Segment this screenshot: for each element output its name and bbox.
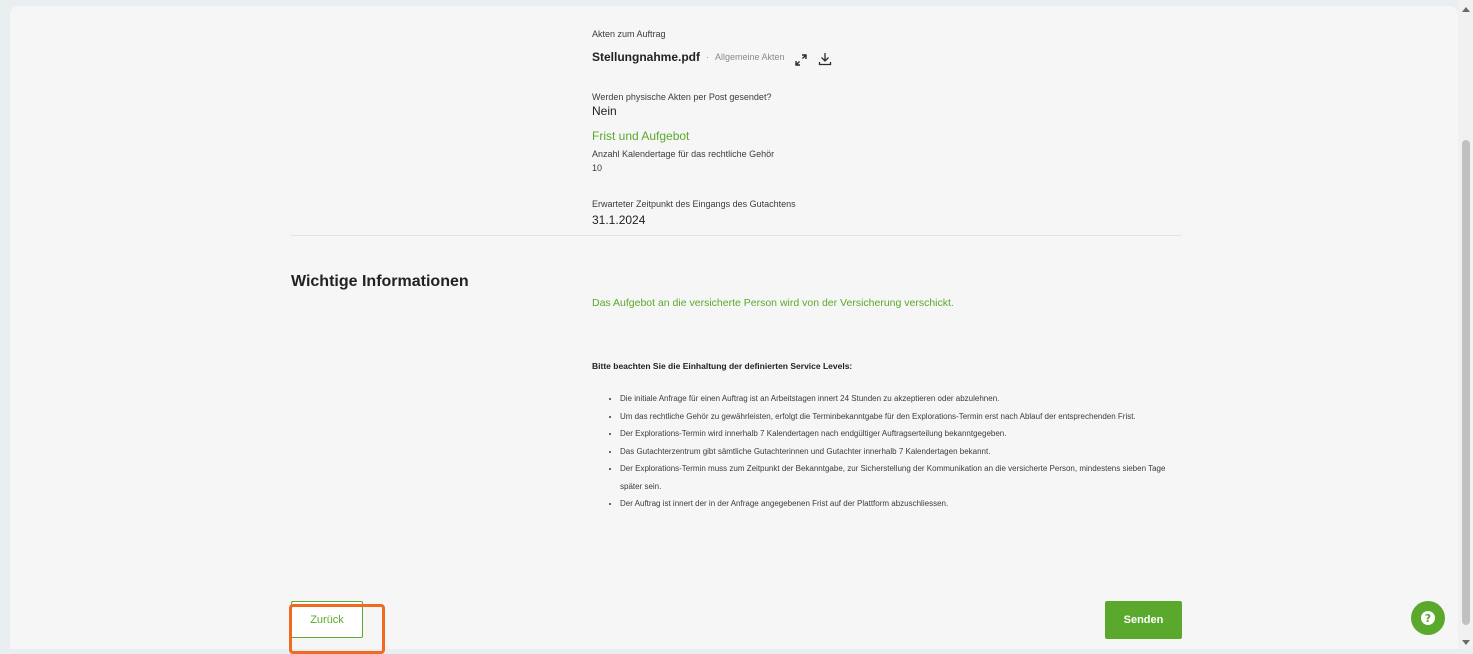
list-item: Die initiale Anfrage für einen Auftrag i… bbox=[620, 390, 1185, 408]
service-levels-heading: Bitte beachten Sie die Einhaltung der de… bbox=[592, 361, 853, 371]
send-button[interactable]: Senden bbox=[1105, 601, 1182, 639]
list-item: Um das rechtliche Gehör zu gewährleisten… bbox=[620, 408, 1185, 426]
list-item: Der Explorations-Termin muss zum Zeitpun… bbox=[620, 460, 1185, 495]
files-section-label: Akten zum Auftrag bbox=[592, 29, 666, 39]
hearing-days-label: Anzahl Kalendertage für das rechtliche G… bbox=[592, 149, 775, 159]
deadline-title: Frist und Aufgebot bbox=[592, 129, 690, 143]
list-item: Das Gutachterzentrum gibt sämtliche Guta… bbox=[620, 443, 1185, 461]
file-row: Stellungnahme.pdf · Allgemeine Akten bbox=[592, 50, 785, 64]
help-button[interactable]: ? bbox=[1411, 601, 1445, 635]
file-separator: · bbox=[706, 52, 709, 62]
expected-date-value: 31.1.2024 bbox=[592, 213, 646, 227]
hearing-days-value: 10 bbox=[592, 163, 603, 173]
content-page bbox=[10, 6, 1458, 649]
scroll-up-icon[interactable] bbox=[1462, 7, 1470, 12]
list-item: Der Explorations-Termin wird innerhalb 7… bbox=[620, 425, 1185, 443]
expected-date-label: Erwarteter Zeitpunkt des Eingangs des Gu… bbox=[592, 199, 796, 209]
download-icon[interactable] bbox=[818, 52, 832, 71]
list-item: Der Auftrag ist innert der in der Anfrag… bbox=[620, 495, 1185, 513]
service-levels-list: Die initiale Anfrage für einen Auftrag i… bbox=[598, 390, 1185, 513]
highlight-annotation bbox=[289, 604, 385, 654]
scrollbar[interactable] bbox=[1458, 0, 1473, 649]
expand-icon[interactable] bbox=[795, 53, 807, 71]
scrollbar-thumb[interactable] bbox=[1462, 140, 1470, 625]
file-name[interactable]: Stellungnahme.pdf bbox=[592, 50, 700, 64]
physical-files-question: Werden physische Akten per Post gesendet… bbox=[592, 92, 772, 102]
file-category: Allgemeine Akten bbox=[715, 52, 785, 62]
important-info-title: Wichtige Informationen bbox=[291, 273, 469, 290]
notice-text: Das Aufgebot an die versicherte Person w… bbox=[592, 297, 954, 309]
section-divider bbox=[291, 235, 1181, 236]
help-icon: ? bbox=[1421, 611, 1435, 625]
physical-files-answer: Nein bbox=[592, 104, 617, 118]
scroll-down-icon[interactable] bbox=[1462, 640, 1470, 645]
